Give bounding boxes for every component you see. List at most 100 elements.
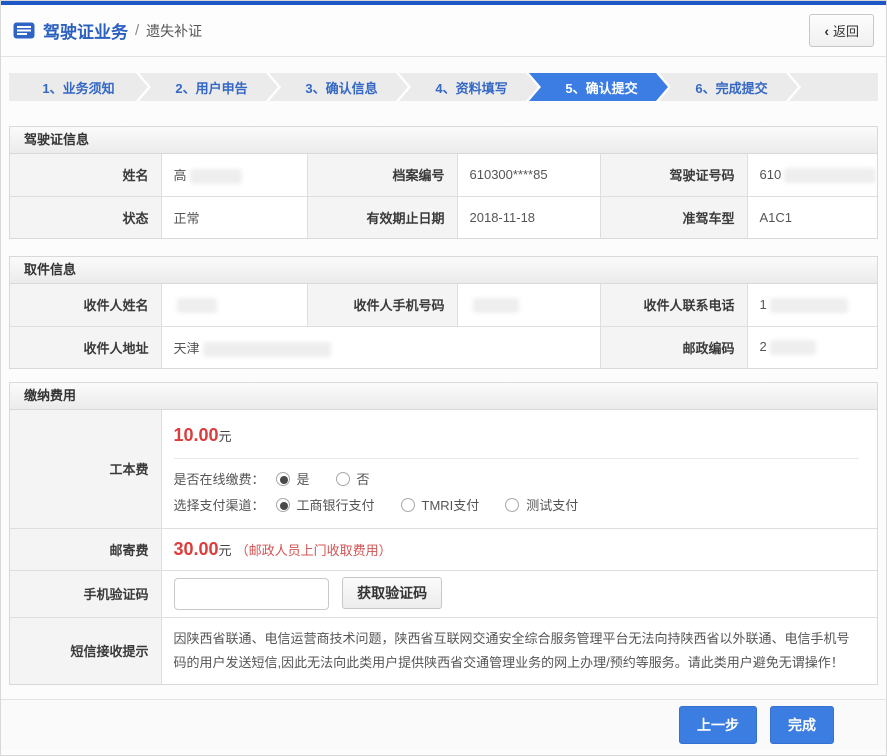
back-button-label: 返回	[833, 21, 859, 40]
file-no-label: 档案编号	[307, 154, 457, 196]
radio-unselected-icon	[401, 498, 415, 512]
production-fee-content: 10.00元 是否在线缴费： 是 否 选择支	[161, 410, 877, 528]
production-fee-amount-row: 10.00元	[174, 411, 860, 459]
radio-channel-icbc-label: 工商银行支付	[297, 495, 375, 514]
fees-section: 缴纳费用 工本费 10.00元 是否在线缴费： 是	[9, 382, 878, 685]
radio-unselected-icon	[505, 498, 519, 512]
radio-online-yes[interactable]: 是	[276, 469, 310, 488]
mail-fee-content: 30.00元 （邮政人员上门收取费用）	[161, 528, 877, 570]
redacted-value	[203, 342, 331, 357]
production-fee-label: 工本费	[10, 410, 161, 528]
redacted-value	[770, 340, 816, 355]
sms-code-content: 获取验证码	[161, 570, 877, 617]
get-code-button[interactable]: 获取验证码	[342, 577, 442, 609]
postal-code-value: 2	[747, 326, 877, 368]
sms-code-input[interactable]	[174, 578, 329, 610]
license-service-icon	[13, 22, 35, 39]
radio-unselected-icon	[336, 472, 350, 486]
previous-step-button[interactable]: 上一步	[679, 706, 757, 744]
sms-code-label: 手机验证码	[10, 570, 161, 617]
valid-until-label: 有效期止日期	[307, 196, 457, 238]
radio-channel-tmri-label: TMRI支付	[422, 495, 480, 514]
page-title: 驾驶证业务	[43, 18, 128, 43]
radio-online-yes-label: 是	[297, 469, 310, 488]
page-header: 驾驶证业务 / 遗失补证 ‹ 返回	[1, 5, 886, 57]
breadcrumb-separator: /	[135, 22, 139, 39]
recipient-mobile-label: 收件人手机号码	[307, 284, 457, 326]
step-1-business-notice: 1、业务须知	[9, 73, 148, 101]
footer-action-bar: 上一步 完成	[1, 699, 886, 750]
recipient-address-label: 收件人地址	[10, 326, 161, 368]
radio-channel-test-label: 测试支付	[526, 495, 578, 514]
license-section-title: 驾驶证信息	[10, 127, 877, 154]
step-bar-filler	[789, 73, 878, 101]
main-window: 驾驶证业务 / 遗失补证 ‹ 返回 1、业务须知 2、用户申告 3、确认信息 4…	[0, 0, 887, 756]
mail-fee-note: （邮政人员上门收取费用）	[236, 543, 392, 558]
license-no-label: 驾驶证号码	[600, 154, 747, 196]
pickup-info-section: 取件信息 收件人姓名 收件人手机号码 收件人联系电话 1 收件人地址 天津 邮政…	[9, 256, 878, 369]
table-row: 短信接收提示 因陕西省联通、电信运营商技术问题，陕西省互联网交通安全综合服务管理…	[10, 617, 877, 684]
step-2-user-declaration: 2、用户申告	[139, 73, 278, 101]
table-row: 手机验证码 获取验证码	[10, 570, 877, 617]
step-6-complete-submit: 6、完成提交	[659, 73, 798, 101]
postal-code-label: 邮政编码	[600, 326, 747, 368]
fees-table: 工本费 10.00元 是否在线缴费： 是 否	[10, 410, 877, 684]
name-label: 姓名	[10, 154, 161, 196]
redacted-value	[190, 169, 242, 184]
recipient-phone-label: 收件人联系电话	[600, 284, 747, 326]
redacted-value	[784, 168, 876, 183]
mail-fee-unit: 元	[219, 543, 232, 558]
table-row: 状态 正常 有效期止日期 2018-11-18 准驾车型 A1C1	[10, 196, 877, 238]
radio-selected-icon	[276, 472, 290, 486]
production-fee-amount: 10.00	[174, 425, 219, 445]
payment-channel-question: 选择支付渠道：	[174, 495, 276, 514]
mail-fee-label: 邮寄费	[10, 528, 161, 570]
step-5-confirm-submit: 5、确认提交	[529, 73, 668, 101]
breadcrumb-current: 遗失补证	[146, 21, 202, 41]
back-button[interactable]: ‹ 返回	[809, 14, 874, 47]
table-row: 工本费 10.00元 是否在线缴费： 是 否	[10, 410, 877, 528]
table-row: 姓名 高 档案编号 610300****85 驾驶证号码 610	[10, 154, 877, 196]
sms-note-text: 因陕西省联通、电信运营商技术问题，陕西省互联网交通安全综合服务管理平台无法向持陕…	[161, 617, 877, 684]
name-value: 高	[161, 154, 307, 196]
radio-channel-icbc[interactable]: 工商银行支付	[276, 495, 375, 514]
radio-online-no-label: 否	[357, 469, 370, 488]
chevron-left-icon: ‹	[824, 24, 829, 38]
production-fee-unit: 元	[219, 429, 232, 444]
redacted-value	[177, 298, 217, 313]
radio-channel-tmri[interactable]: TMRI支付	[401, 495, 480, 514]
license-info-section: 驾驶证信息 姓名 高 档案编号 610300****85 驾驶证号码 610 状…	[9, 126, 878, 239]
file-no-value: 610300****85	[457, 154, 600, 196]
status-label: 状态	[10, 196, 161, 238]
table-row: 收件人姓名 收件人手机号码 收件人联系电话 1	[10, 284, 877, 326]
valid-until-value: 2018-11-18	[457, 196, 600, 238]
vehicle-type-value: A1C1	[747, 196, 877, 238]
step-3-confirm-info: 3、确认信息	[269, 73, 408, 101]
vehicle-type-label: 准驾车型	[600, 196, 747, 238]
status-value: 正常	[161, 196, 307, 238]
fees-section-title: 缴纳费用	[10, 383, 877, 410]
radio-selected-icon	[276, 498, 290, 512]
mail-fee-amount: 30.00	[174, 539, 219, 559]
payment-channel-row: 选择支付渠道： 工商银行支付 TMRI支付 测试支付	[174, 495, 878, 514]
recipient-mobile-value	[457, 284, 600, 326]
pickup-info-table: 收件人姓名 收件人手机号码 收件人联系电话 1 收件人地址 天津 邮政编码 2	[10, 284, 877, 368]
table-row: 收件人地址 天津 邮政编码 2	[10, 326, 877, 368]
sms-note-label: 短信接收提示	[10, 617, 161, 684]
recipient-name-value	[161, 284, 307, 326]
radio-channel-test[interactable]: 测试支付	[505, 495, 578, 514]
online-payment-question: 是否在线缴费：	[174, 469, 276, 488]
recipient-address-value: 天津	[161, 326, 600, 368]
step-progress-bar: 1、业务须知 2、用户申告 3、确认信息 4、资料填写 5、确认提交 6、完成提…	[9, 73, 878, 101]
recipient-phone-value: 1	[747, 284, 877, 326]
radio-online-no[interactable]: 否	[336, 469, 370, 488]
step-4-fill-data: 4、资料填写	[399, 73, 538, 101]
license-info-table: 姓名 高 档案编号 610300****85 驾驶证号码 610 状态 正常 有…	[10, 154, 877, 238]
redacted-value	[473, 298, 519, 313]
redacted-value	[770, 298, 848, 313]
recipient-name-label: 收件人姓名	[10, 284, 161, 326]
license-no-value: 610	[747, 154, 877, 196]
pickup-section-title: 取件信息	[10, 257, 877, 284]
online-payment-question-row: 是否在线缴费： 是 否	[174, 469, 878, 488]
finish-button[interactable]: 完成	[770, 706, 834, 744]
